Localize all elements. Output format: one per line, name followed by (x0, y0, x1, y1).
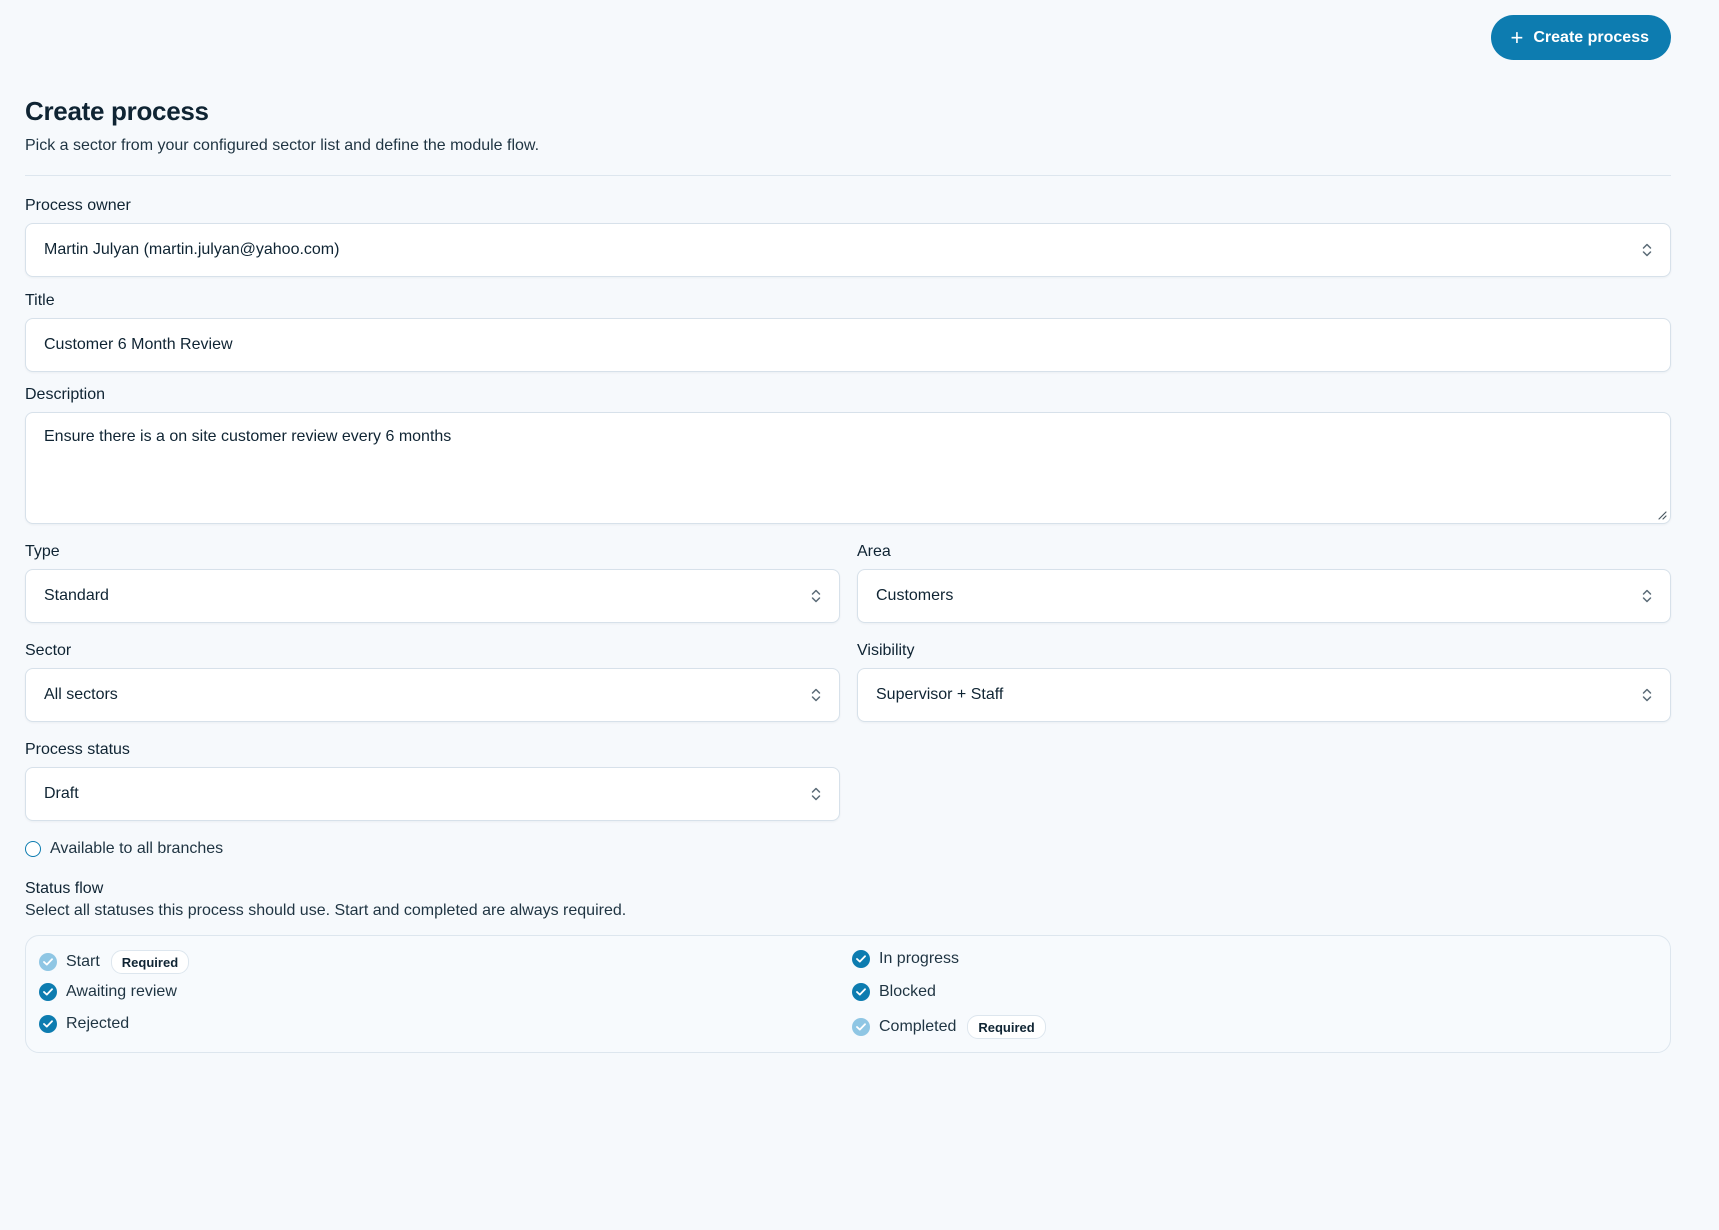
chevron-up-down-icon (811, 688, 821, 702)
status-label: Rejected (66, 1015, 130, 1032)
status-label: In progress (879, 950, 960, 967)
check-circle-icon[interactable] (852, 1018, 870, 1036)
sector-value: All sectors (44, 686, 118, 703)
visibility-select[interactable]: Supervisor + Staff (857, 668, 1671, 722)
status-label: Start (66, 953, 100, 970)
type-label: Type (25, 543, 60, 560)
page-subtitle: Pick a sector from your configured secto… (25, 137, 540, 154)
status-item-awaiting-review[interactable]: Awaiting review (39, 983, 177, 1001)
area-select[interactable]: Customers (857, 569, 1671, 623)
status-flow-description: Select all statuses this process should … (25, 902, 627, 919)
chevron-up-down-icon (1642, 688, 1652, 702)
check-circle-icon[interactable] (39, 953, 57, 971)
form-content: Create process Pick a sector from your c… (25, 96, 1671, 176)
title-value: Customer 6 Month Review (44, 336, 233, 353)
check-circle-icon[interactable] (39, 983, 57, 1001)
create-process-page: + Create process Create process Pick a s… (0, 0, 1719, 1230)
area-label: Area (857, 543, 891, 560)
required-badge: Required (967, 1015, 1046, 1039)
top-bar: + Create process (1490, 15, 1671, 60)
chevron-up-down-icon (1642, 243, 1652, 257)
type-select[interactable]: Standard (25, 569, 840, 623)
sector-select[interactable]: All sectors (25, 668, 840, 722)
all-branches-radio[interactable] (25, 841, 41, 857)
title-input[interactable]: Customer 6 Month Review (25, 318, 1671, 372)
check-circle-icon[interactable] (39, 1015, 57, 1033)
status-item-blocked[interactable]: Blocked (852, 983, 936, 1001)
process-status-value: Draft (44, 785, 79, 802)
chevron-up-down-icon (811, 589, 821, 603)
process-status-label: Process status (25, 741, 130, 758)
plus-icon: + (1510, 24, 1524, 50)
sector-label: Sector (25, 642, 72, 659)
title-field: Title Customer 6 Month Review (25, 292, 1671, 372)
header-divider (25, 175, 1671, 176)
create-process-button-label: Create process (1533, 28, 1649, 46)
required-badge: Required (110, 950, 190, 974)
description-value: Ensure there is a on site customer revie… (44, 428, 452, 445)
description-label: Description (25, 386, 106, 403)
title-label: Title (25, 292, 55, 309)
process-owner-select[interactable]: Martin Julyan (martin.julyan@yahoo.com) (25, 223, 1671, 277)
create-process-button[interactable]: + Create process (1490, 15, 1671, 60)
status-item-in-progress[interactable]: In progress (852, 950, 959, 968)
all-branches-option[interactable]: Available to all branches (25, 840, 223, 858)
status-label: Blocked (879, 983, 936, 1000)
process-owner-field: Process owner Martin Julyan (martin.july… (25, 197, 1671, 277)
check-circle-icon[interactable] (852, 983, 870, 1001)
sector-field: Sector All sectors (25, 642, 840, 722)
visibility-field: Visibility Supervisor + Staff (857, 642, 1671, 722)
process-status-field: Process status Draft (25, 741, 840, 821)
check-circle-icon[interactable] (852, 950, 870, 968)
status-flow-box: Start Required In progress Awaiting revi… (25, 935, 1671, 1053)
area-field: Area Customers (857, 543, 1671, 623)
status-item-completed[interactable]: Completed Required (852, 1015, 1046, 1039)
description-textarea[interactable]: Ensure there is a on site customer revie… (25, 412, 1671, 524)
description-field: Description Ensure there is a on site cu… (25, 386, 1671, 524)
type-field: Type Standard (25, 543, 840, 623)
all-branches-label: Available to all branches (50, 840, 224, 857)
area-value: Customers (876, 587, 954, 604)
status-item-start[interactable]: Start Required (39, 950, 190, 974)
status-label: Awaiting review (66, 983, 177, 1000)
visibility-label: Visibility (857, 642, 915, 659)
process-owner-label: Process owner (25, 197, 131, 214)
process-status-select[interactable]: Draft (25, 767, 840, 821)
process-owner-value: Martin Julyan (martin.julyan@yahoo.com) (44, 241, 340, 258)
resize-handle-icon[interactable] (1657, 510, 1667, 520)
visibility-value: Supervisor + Staff (876, 686, 1004, 703)
status-item-rejected[interactable]: Rejected (39, 1015, 129, 1033)
chevron-up-down-icon (1642, 589, 1652, 603)
type-value: Standard (44, 587, 109, 604)
chevron-up-down-icon (811, 787, 821, 801)
status-flow-title: Status flow (25, 880, 104, 897)
status-label: Completed (879, 1018, 957, 1035)
page-title: Create process (25, 96, 209, 126)
status-flow-header: Status flow Select all statuses this pro… (25, 880, 1671, 920)
